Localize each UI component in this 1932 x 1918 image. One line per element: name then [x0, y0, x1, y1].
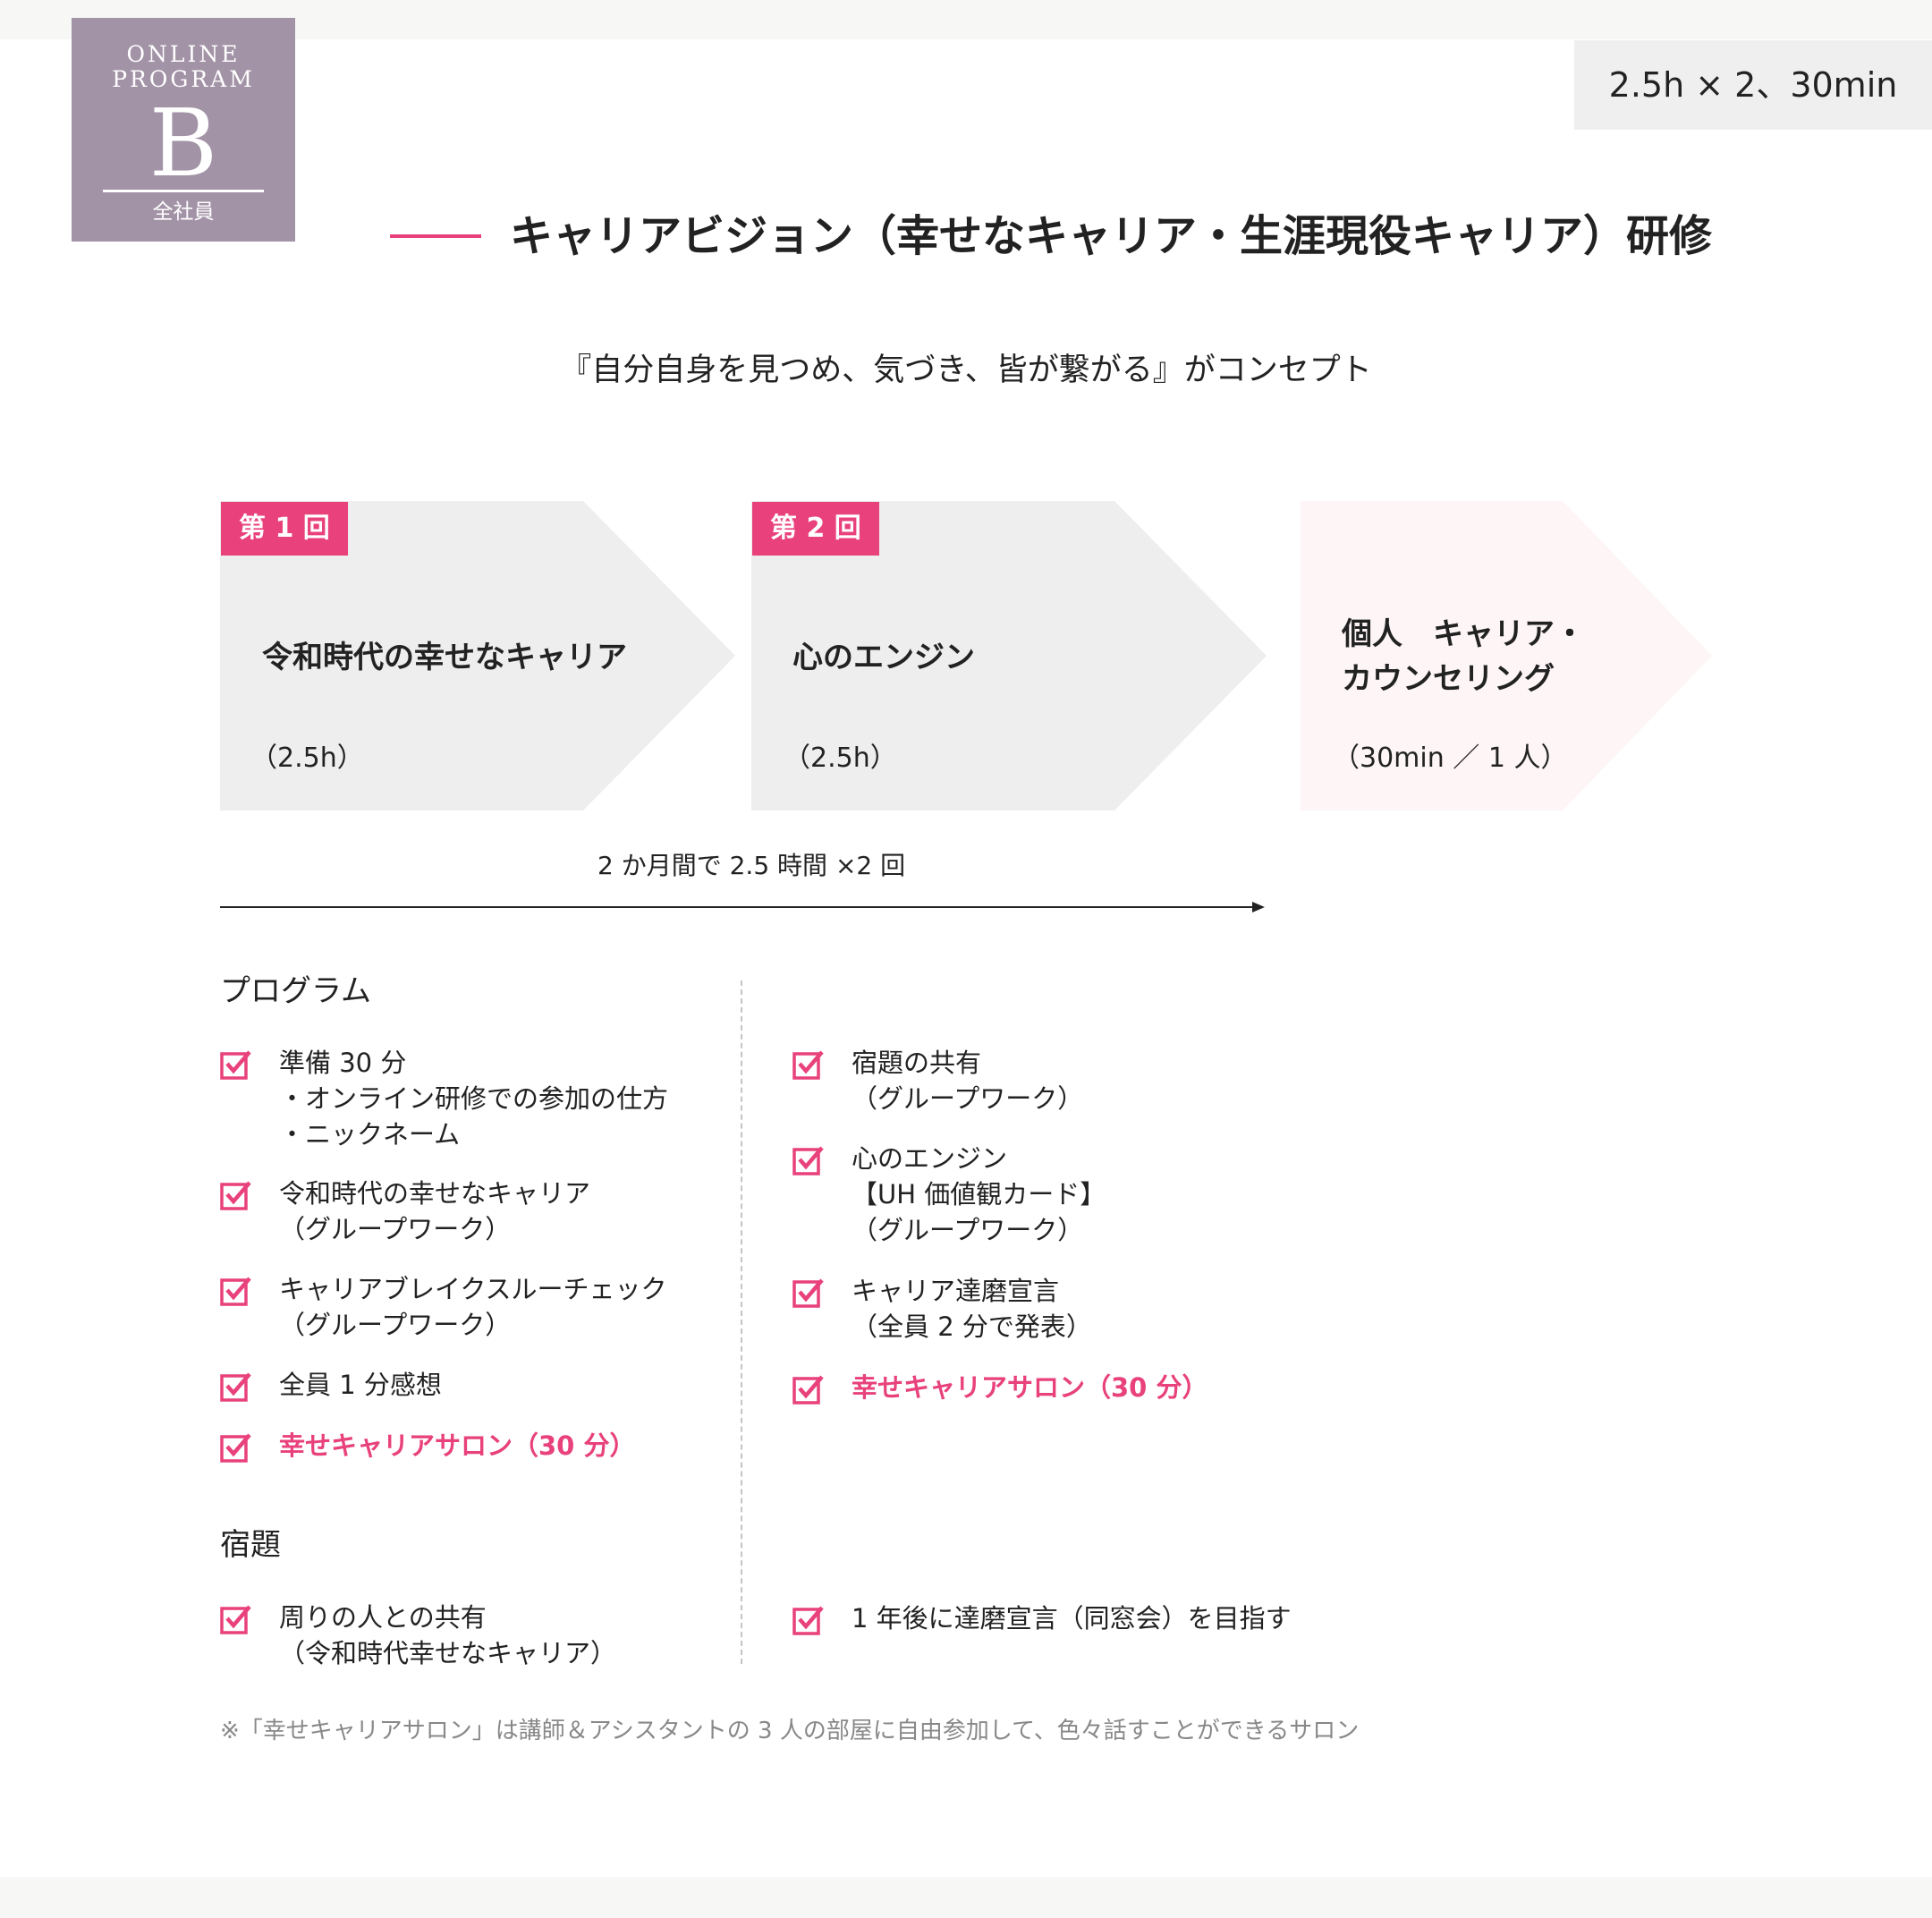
timeline-label: 2 か月間で 2.5 時間 ×2 回	[597, 851, 906, 880]
check-icon	[792, 1278, 824, 1308]
item-line: （グループワーク）	[279, 1310, 512, 1340]
step-3-duration: （30min ／ 1 人）	[1333, 743, 1568, 774]
step-3-name: 個人 キャリア・ カウンセリング	[1342, 612, 1585, 701]
step-1-duration: （2.5h）	[250, 743, 364, 774]
step-2-tag: 第 2 回	[752, 502, 879, 556]
step-1-name-line: 令和時代の幸せなキャリア	[262, 640, 627, 675]
item-line: （グループワーク）	[279, 1214, 512, 1244]
item-line: 心のエンジン	[852, 1143, 1008, 1174]
step-1-tag: 第 1 回	[221, 502, 348, 556]
program-badge: ONLINE PROGRAM B 全社員	[72, 18, 295, 242]
item-line: （令和時代幸せなキャリア）	[279, 1638, 617, 1668]
badge-rule	[103, 190, 264, 192]
item-line: 【UH 価値観カード】	[852, 1179, 1106, 1209]
step-2-duration: （2.5h）	[784, 743, 897, 774]
item-line: キャリア達磨宣言	[852, 1276, 1060, 1306]
title-accent-line	[390, 234, 481, 238]
item-line: キャリアブレイクスルーチェック	[279, 1274, 667, 1304]
item-line: 全員 1 分感想	[279, 1370, 442, 1400]
check-icon	[220, 1181, 251, 1210]
check-icon	[220, 1050, 251, 1080]
step-2-name: 心のエンジン	[792, 635, 975, 680]
check-icon	[220, 1605, 251, 1634]
check-icon	[220, 1433, 251, 1463]
check-icon	[792, 1146, 824, 1175]
item-line: 周りの人との共有	[279, 1602, 487, 1633]
step-3-name-line-1: 個人 キャリア・	[1342, 616, 1585, 652]
step-3-name-line-2: カウンセリング	[1342, 661, 1555, 697]
check-icon	[792, 1606, 824, 1635]
badge-line1: ONLINE	[126, 41, 241, 67]
item-line: （全員 2 分で発表）	[852, 1311, 1092, 1342]
bottom-band	[0, 1877, 1932, 1918]
homework-heading: 宿題	[220, 1527, 281, 1563]
check-icon	[792, 1375, 824, 1405]
item-line: 幸せキャリアサロン（30 分）	[852, 1372, 1208, 1403]
item-line: （グループワーク）	[852, 1083, 1084, 1114]
item-line: ・オンライン研修での参加の仕方	[279, 1083, 669, 1114]
page-title: キャリアビジョン（幸せなキャリア・生涯現役キャリア）研修	[510, 211, 1713, 261]
column-divider	[741, 980, 742, 1664]
item-line: 1 年後に達磨宣言（同窓会）を目指す	[852, 1603, 1292, 1634]
program-heading: プログラム	[220, 973, 371, 1009]
badge-letter: B	[148, 89, 218, 198]
item-line: （グループワーク）	[852, 1215, 1084, 1245]
item-line: 宿題の共有	[852, 1048, 982, 1078]
item-line: 準備 30 分	[279, 1048, 407, 1078]
check-icon	[220, 1277, 251, 1306]
step-1-name: 令和時代の幸せなキャリア	[262, 635, 627, 680]
item-line: 令和時代の幸せなキャリア	[279, 1178, 591, 1209]
timeline-arrowhead	[1252, 902, 1265, 912]
step-2-name-line: 心のエンジン	[792, 640, 975, 675]
duration-box: 2.5h × 2、30min	[1574, 40, 1932, 130]
footnote: ※「幸せキャリアサロン」は講師＆アシスタントの 3 人の部屋に自由参加して、色々…	[220, 1718, 1360, 1744]
check-icon	[792, 1050, 824, 1080]
item-line: ・ニックネーム	[279, 1119, 461, 1150]
check-icon	[220, 1372, 251, 1402]
timeline-line	[220, 906, 1258, 908]
concept-text: 『自分自身を見つめ、気づき、皆が繋がる』がコンセプト	[560, 352, 1372, 388]
badge-target: 全社員	[152, 200, 215, 224]
item-line: 幸せキャリアサロン（30 分）	[279, 1430, 636, 1461]
